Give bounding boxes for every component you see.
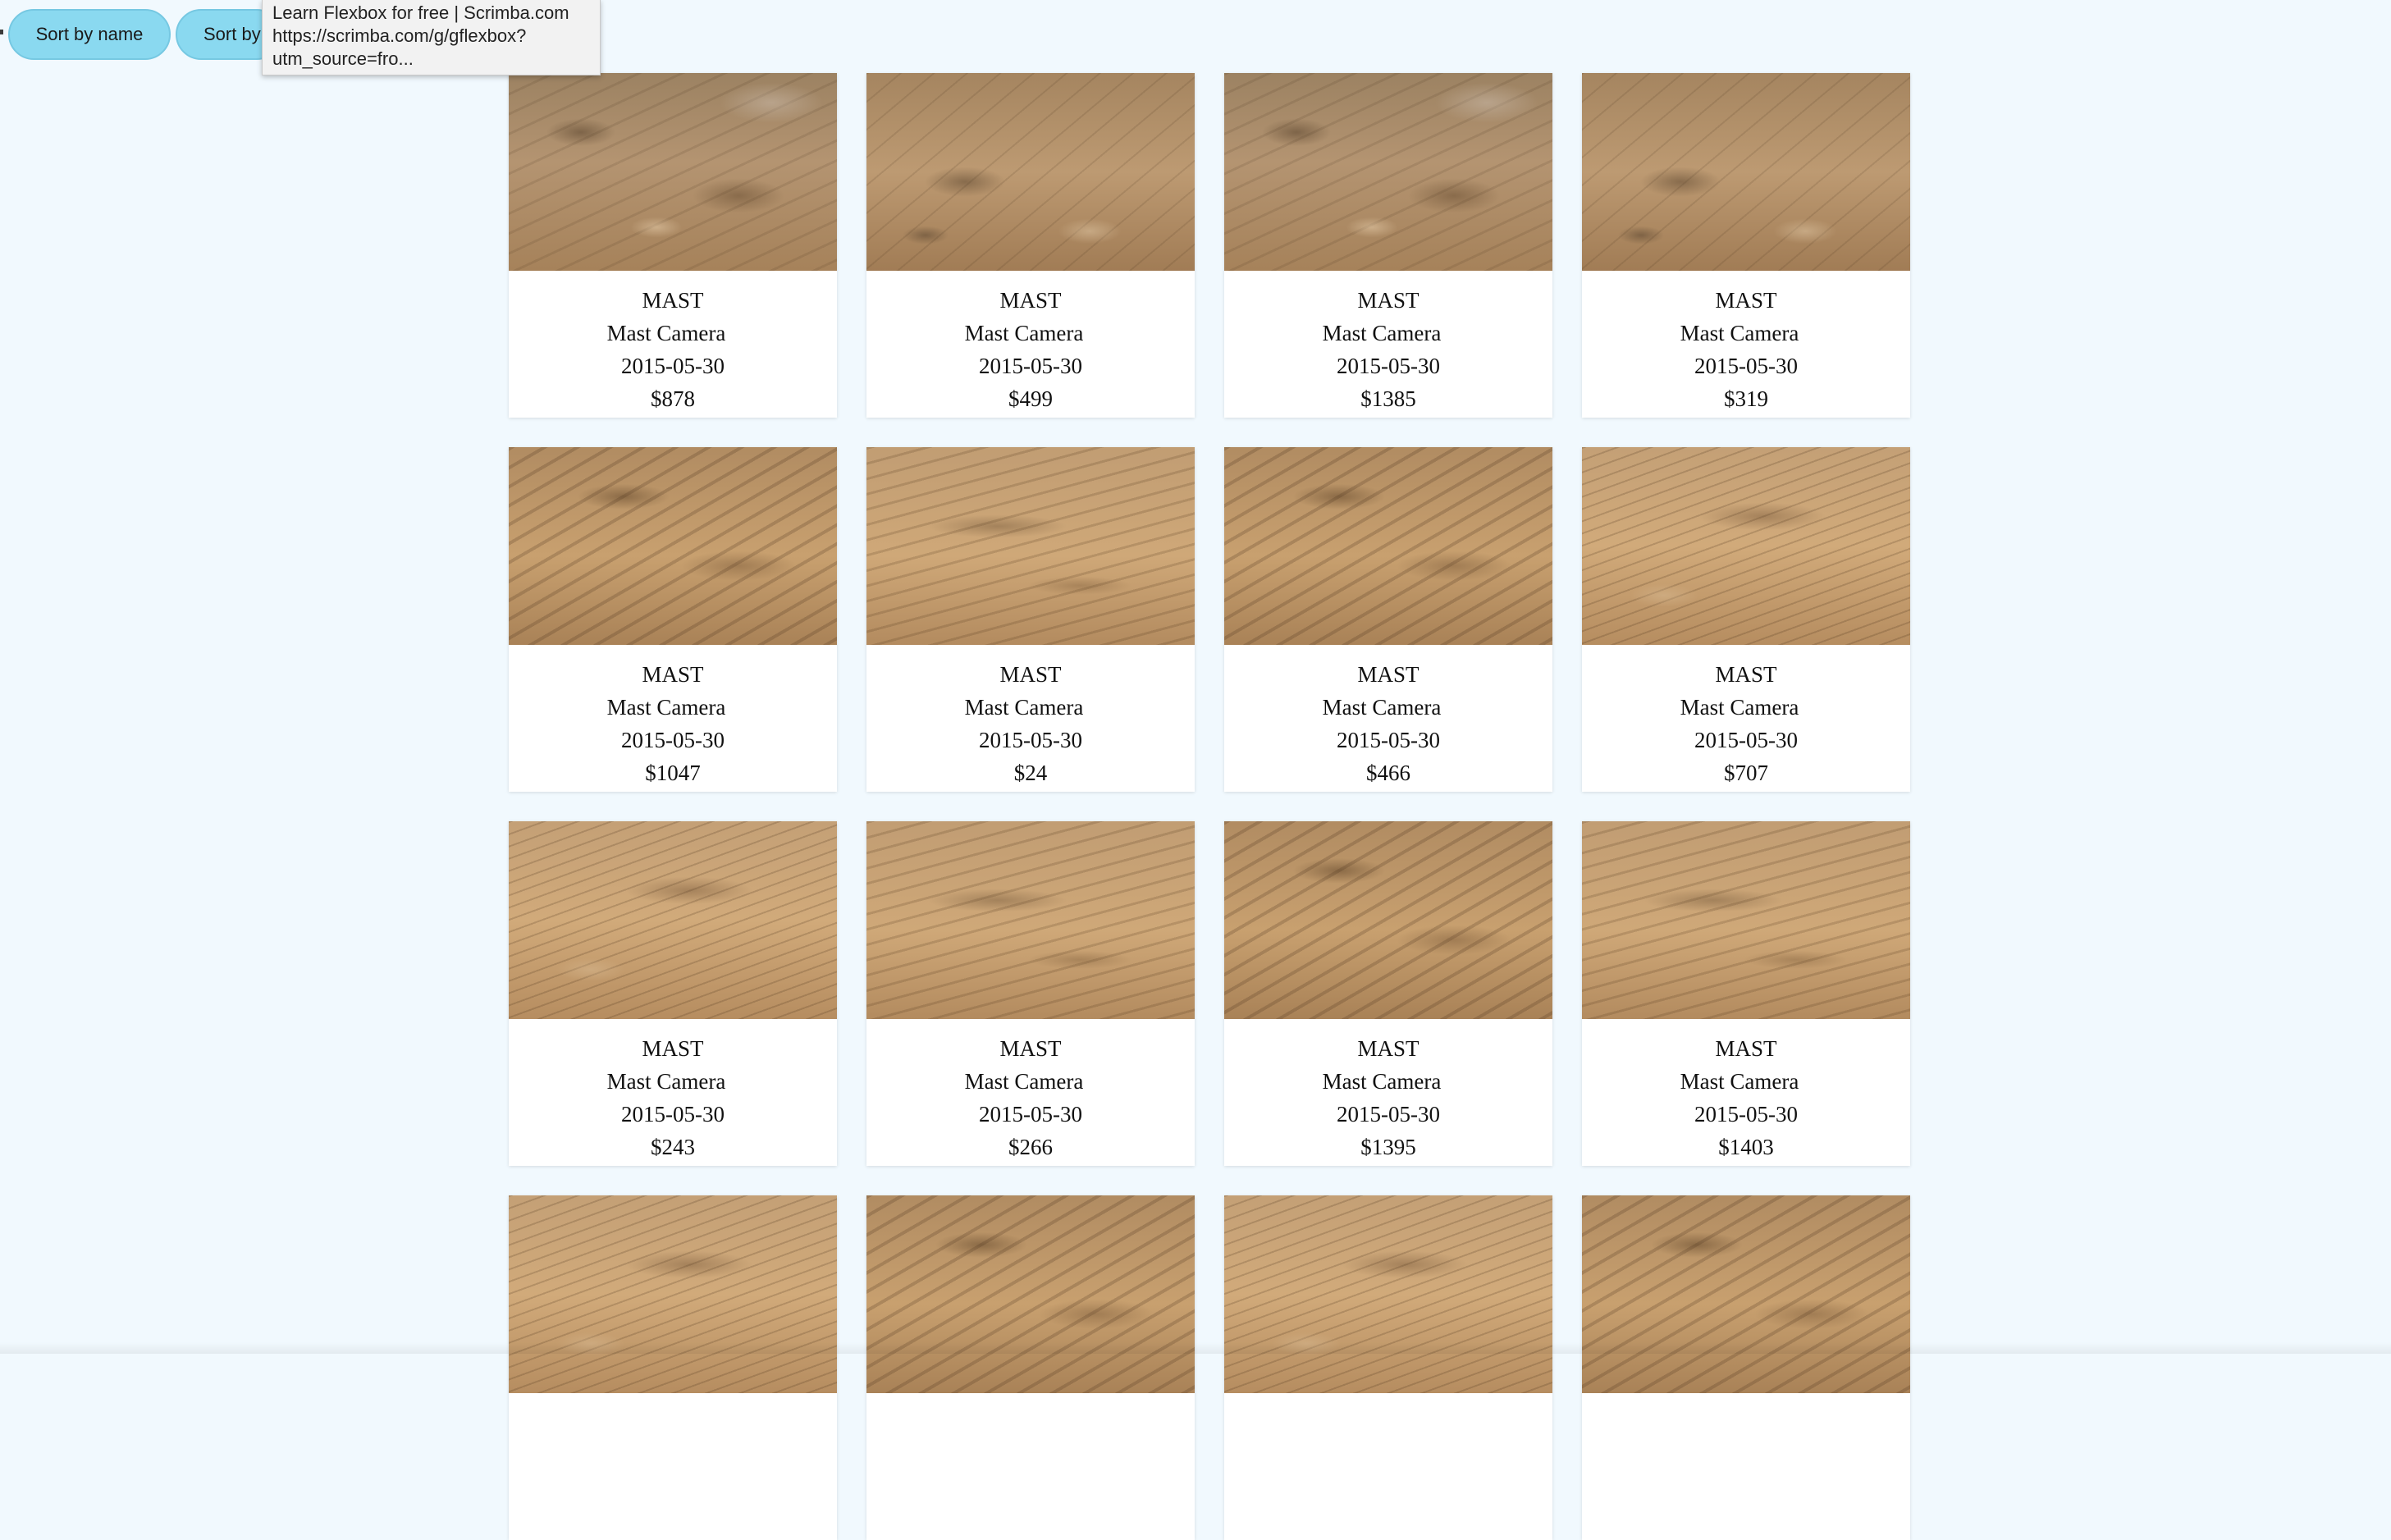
earth-date: 2015-05-30 <box>979 354 1082 378</box>
photo-card[interactable]: MAST Mast Camera 2015-05-30 $466 <box>1224 447 1552 792</box>
card-details: MAST Mast Camera 2015-05-30 $1047 <box>509 645 837 792</box>
price: $1385 <box>1360 386 1416 411</box>
camera-full-name: Mast Camera <box>1322 1069 1442 1094</box>
camera-name: MAST <box>999 1036 1062 1061</box>
camera-full-name: Mast Camera <box>606 321 726 345</box>
price: $1403 <box>1718 1135 1774 1159</box>
card-details: MAST Mast Camera 2015-05-30 $319 <box>1582 271 1910 418</box>
tooltip-title: Learn Flexbox for free | Scrimba.com <box>272 2 569 23</box>
camera-full-name: Mast Camera <box>964 321 1084 345</box>
photo-card[interactable]: MAST Mast Camera 2015-05-30 $243 <box>509 821 837 1166</box>
camera-full-name: Mast Camera <box>1322 321 1442 345</box>
mars-rock-photo <box>509 73 837 271</box>
camera-name: MAST <box>999 288 1062 313</box>
price: $243 <box>651 1135 695 1159</box>
camera-name: MAST <box>642 662 704 687</box>
earth-date: 2015-05-30 <box>621 354 725 378</box>
link-tooltip: Learn Flexbox for free | Scrimba.com htt… <box>262 0 601 75</box>
card-details: MAST Mast Camera 2015-05-30 $243 <box>509 1019 837 1166</box>
earth-date: 2015-05-30 <box>621 1102 725 1126</box>
earth-date: 2015-05-30 <box>979 728 1082 752</box>
photo-card[interactable]: MAST Mast Camera 2015-05-30 $707 <box>1582 447 1910 792</box>
price: $1395 <box>1360 1135 1416 1159</box>
photo-card-partial[interactable] <box>1582 1195 1910 1540</box>
earth-date: 2015-05-30 <box>1694 1102 1798 1126</box>
mars-rock-photo <box>509 821 837 1019</box>
photo-card-partial[interactable] <box>866 1195 1195 1540</box>
mars-rock-photo <box>1582 73 1910 271</box>
card-details: MAST Mast Camera 2015-05-30 $24 <box>866 645 1195 792</box>
photo-card-partial[interactable] <box>509 1195 837 1540</box>
camera-full-name: Mast Camera <box>606 695 726 720</box>
mars-rock-photo <box>509 1195 837 1393</box>
mars-rock-photo <box>1224 821 1552 1019</box>
earth-date: 2015-05-30 <box>1337 354 1440 378</box>
camera-full-name: Mast Camera <box>964 695 1084 720</box>
price: $466 <box>1366 761 1410 785</box>
photo-card[interactable]: MAST Mast Camera 2015-05-30 $266 <box>866 821 1195 1166</box>
earth-date: 2015-05-30 <box>1337 728 1440 752</box>
earth-date: 2015-05-30 <box>1337 1102 1440 1126</box>
camera-name: MAST <box>1715 662 1777 687</box>
price: $24 <box>1013 761 1048 785</box>
mars-rock-photo <box>866 73 1195 271</box>
card-details: MAST Mast Camera 2015-05-30 $1385 <box>1224 271 1552 418</box>
camera-full-name: Mast Camera <box>1680 321 1799 345</box>
mars-rock-photo <box>866 1195 1195 1393</box>
camera-name: MAST <box>999 662 1062 687</box>
mars-rock-photo <box>1224 73 1552 271</box>
camera-name: MAST <box>1357 662 1420 687</box>
photo-card-partial[interactable] <box>1224 1195 1552 1540</box>
mars-rock-photo <box>1582 1195 1910 1393</box>
camera-full-name: Mast Camera <box>1680 695 1799 720</box>
earth-date: 2015-05-30 <box>621 728 725 752</box>
photo-card[interactable]: MAST Mast Camera 2015-05-30 $878 <box>509 73 837 418</box>
photo-card[interactable]: MAST Mast Camera 2015-05-30 $319 <box>1582 73 1910 418</box>
camera-full-name: Mast Camera <box>606 1069 726 1094</box>
camera-name: MAST <box>642 288 704 313</box>
camera-full-name: Mast Camera <box>1680 1069 1799 1094</box>
card-details: MAST Mast Camera 2015-05-30 $499 <box>866 271 1195 418</box>
photo-grid: MAST Mast Camera 2015-05-30 $878 MAST Ma… <box>509 73 1912 1540</box>
tooltip-url-continued: utm_source=fro... <box>272 48 414 69</box>
price: $878 <box>651 386 695 411</box>
camera-full-name: Mast Camera <box>1322 695 1442 720</box>
price: $499 <box>1008 386 1053 411</box>
card-details: MAST Mast Camera 2015-05-30 $707 <box>1582 645 1910 792</box>
card-details: MAST Mast Camera 2015-05-30 $878 <box>509 271 837 418</box>
photo-card[interactable]: MAST Mast Camera 2015-05-30 $1047 <box>509 447 837 792</box>
earth-date: 2015-05-30 <box>979 1102 1082 1126</box>
mars-rock-photo <box>509 447 837 645</box>
price: $266 <box>1008 1135 1053 1159</box>
photo-card[interactable]: MAST Mast Camera 2015-05-30 $1385 <box>1224 73 1552 418</box>
mars-rock-photo <box>1582 821 1910 1019</box>
mars-rock-photo <box>1224 447 1552 645</box>
mars-rock-photo <box>866 447 1195 645</box>
mars-rock-photo <box>866 821 1195 1019</box>
camera-name: MAST <box>1715 288 1777 313</box>
photo-card[interactable]: MAST Mast Camera 2015-05-30 $1395 <box>1224 821 1552 1166</box>
photo-card[interactable]: MAST Mast Camera 2015-05-30 $499 <box>866 73 1195 418</box>
camera-full-name: Mast Camera <box>964 1069 1084 1094</box>
photo-card[interactable]: MAST Mast Camera 2015-05-30 $24 <box>866 447 1195 792</box>
price: $707 <box>1724 761 1768 785</box>
camera-name: MAST <box>1357 1036 1420 1061</box>
photo-card[interactable]: MAST Mast Camera 2015-05-30 $1403 <box>1582 821 1910 1166</box>
mars-rock-photo <box>1224 1195 1552 1393</box>
window-edge-marker <box>0 30 3 34</box>
card-details: MAST Mast Camera 2015-05-30 $266 <box>866 1019 1195 1166</box>
card-details: MAST Mast Camera 2015-05-30 $1395 <box>1224 1019 1552 1166</box>
card-details: MAST Mast Camera 2015-05-30 $466 <box>1224 645 1552 792</box>
mars-rock-photo <box>1582 447 1910 645</box>
price: $1047 <box>645 761 701 785</box>
camera-name: MAST <box>1715 1036 1777 1061</box>
card-details: MAST Mast Camera 2015-05-30 $1403 <box>1582 1019 1910 1166</box>
camera-name: MAST <box>1357 288 1420 313</box>
earth-date: 2015-05-30 <box>1694 354 1798 378</box>
sort-by-name-button[interactable]: Sort by name <box>8 9 171 60</box>
camera-name: MAST <box>642 1036 704 1061</box>
earth-date: 2015-05-30 <box>1694 728 1798 752</box>
price: $319 <box>1724 386 1768 411</box>
tooltip-url: https://scrimba.com/g/gflexbox? <box>272 25 527 46</box>
